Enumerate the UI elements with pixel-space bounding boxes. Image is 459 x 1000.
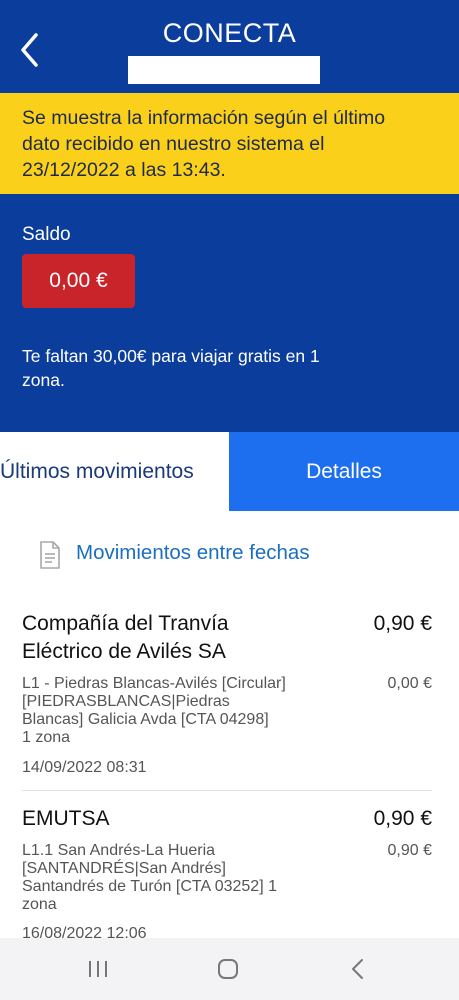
transaction-amount: 0,90 € [373,612,432,635]
system-navigation-bar [0,938,459,1000]
transaction-item[interactable]: Compañía del Tranvía Eléctrico de Avilés… [22,610,436,780]
route-line4: 1 zona [22,729,71,746]
transaction-date: 14/09/2022 08:31 [22,759,147,776]
free-travel-line2: zona. [22,370,65,390]
banner-text-line2: dato recibido en nuestro sistema el [22,133,325,155]
app-header: CONECTA [0,0,459,93]
recent-apps-icon[interactable] [78,952,118,986]
balance-label: Saldo [22,224,71,245]
back-icon[interactable] [338,952,378,986]
movimientos-entre-fechas-label: Movimientos entre fechas [76,541,310,564]
balance-amount-badge: 0,00 € [22,254,135,308]
tab-detalles[interactable]: Detalles [229,432,459,511]
divider [22,790,432,791]
info-banner: Se muestra la información según el últim… [0,93,459,194]
transaction-fare-amount: 0,00 € [387,675,432,692]
operator-line2: Eléctrico de Avilés SA [22,640,226,663]
transaction-amount: 0,90 € [373,807,432,830]
transaction-item[interactable]: EMUTSA 0,90 € L1.1 San Andrés-La Hueria … [22,805,436,938]
route-line2: [PIEDRASBLANCAS|Piedras [22,693,230,710]
page-title: CONECTA [162,18,297,48]
transaction-route: L1.1 San Andrés-La Hueria [SANTANDRÉS|Sa… [22,842,352,914]
route-line3: Blancas] Galicia Avda [CTA 04298] [22,711,269,728]
operator-line1: Compañía del Tranvía [22,612,229,635]
free-travel-message: Te faltan 30,00€ para viajar gratis en 1… [22,344,422,392]
document-icon [38,540,62,570]
route-line2: [SANTANDRÉS|San Andrés] [22,860,226,877]
route-line4: zona [22,896,57,913]
transaction-fare-amount: 0,90 € [387,842,432,859]
redacted-card-number [128,56,320,84]
transaction-route: L1 - Piedras Blancas-Avilés [Circular] [… [22,675,352,747]
tab-ultimos-movimientos[interactable]: Últimos movimientos [0,432,229,511]
banner-text-line1: Se muestra la información según el últim… [22,107,386,129]
operator-line1: EMUTSA [22,807,110,830]
banner-text-line3: 23/12/2022 a las 13:43. [22,159,226,181]
home-icon[interactable] [208,952,248,986]
route-line1: L1 - Piedras Blancas-Avilés [Circular] [22,675,286,692]
free-travel-line1: Te faltan 30,00€ para viajar gratis en 1 [22,346,320,366]
route-line1: L1.1 San Andrés-La Hueria [22,842,216,859]
balance-panel: Saldo 0,00 € Te faltan 30,00€ para viaja… [0,194,459,432]
route-line3: Santandrés de Turón [CTA 03252] 1 [22,878,277,895]
transaction-operator: Compañía del Tranvía Eléctrico de Avilés… [22,610,322,666]
transaction-date: 16/08/2022 12:06 [22,925,147,938]
transaction-operator: EMUTSA [22,805,322,833]
